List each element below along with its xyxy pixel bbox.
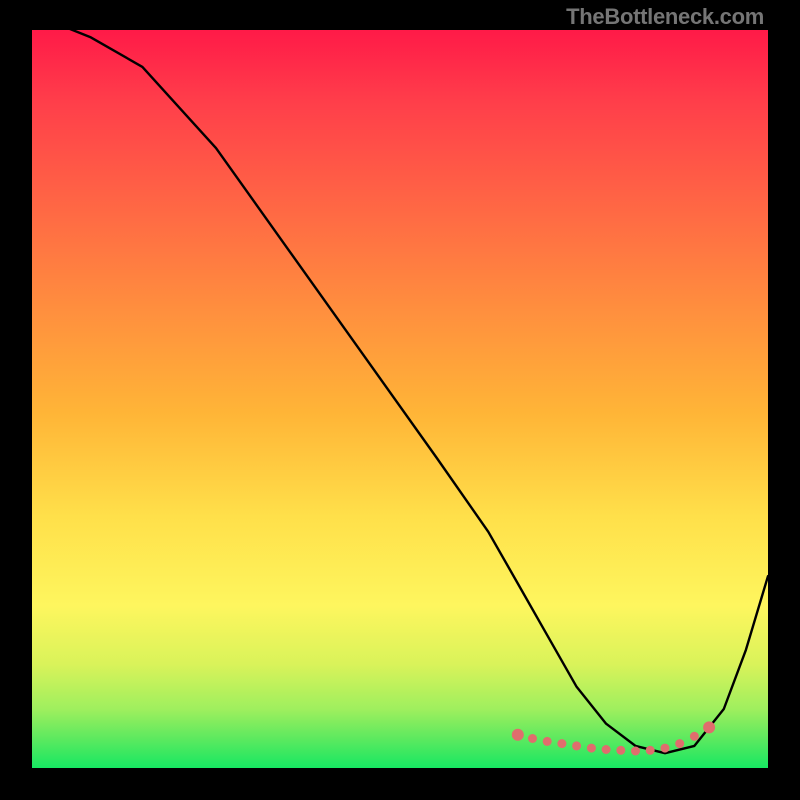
optimal-dot <box>557 739 566 748</box>
optimal-range-dots <box>512 721 715 755</box>
optimal-dot <box>587 744 596 753</box>
plot-area <box>32 30 768 768</box>
optimal-dot <box>512 729 524 741</box>
optimal-dot <box>631 747 640 756</box>
watermark-text: TheBottleneck.com <box>566 4 764 30</box>
optimal-dot <box>661 744 670 753</box>
optimal-dot <box>602 745 611 754</box>
optimal-dot <box>690 732 699 741</box>
optimal-dot <box>675 739 684 748</box>
optimal-dot <box>616 746 625 755</box>
optimal-dot <box>646 746 655 755</box>
optimal-dot <box>528 734 537 743</box>
chart-svg <box>32 30 768 768</box>
optimal-dot <box>572 741 581 750</box>
chart-container: TheBottleneck.com <box>0 0 800 800</box>
optimal-dot <box>543 737 552 746</box>
optimal-dot <box>703 721 715 733</box>
bottleneck-curve <box>32 30 768 753</box>
